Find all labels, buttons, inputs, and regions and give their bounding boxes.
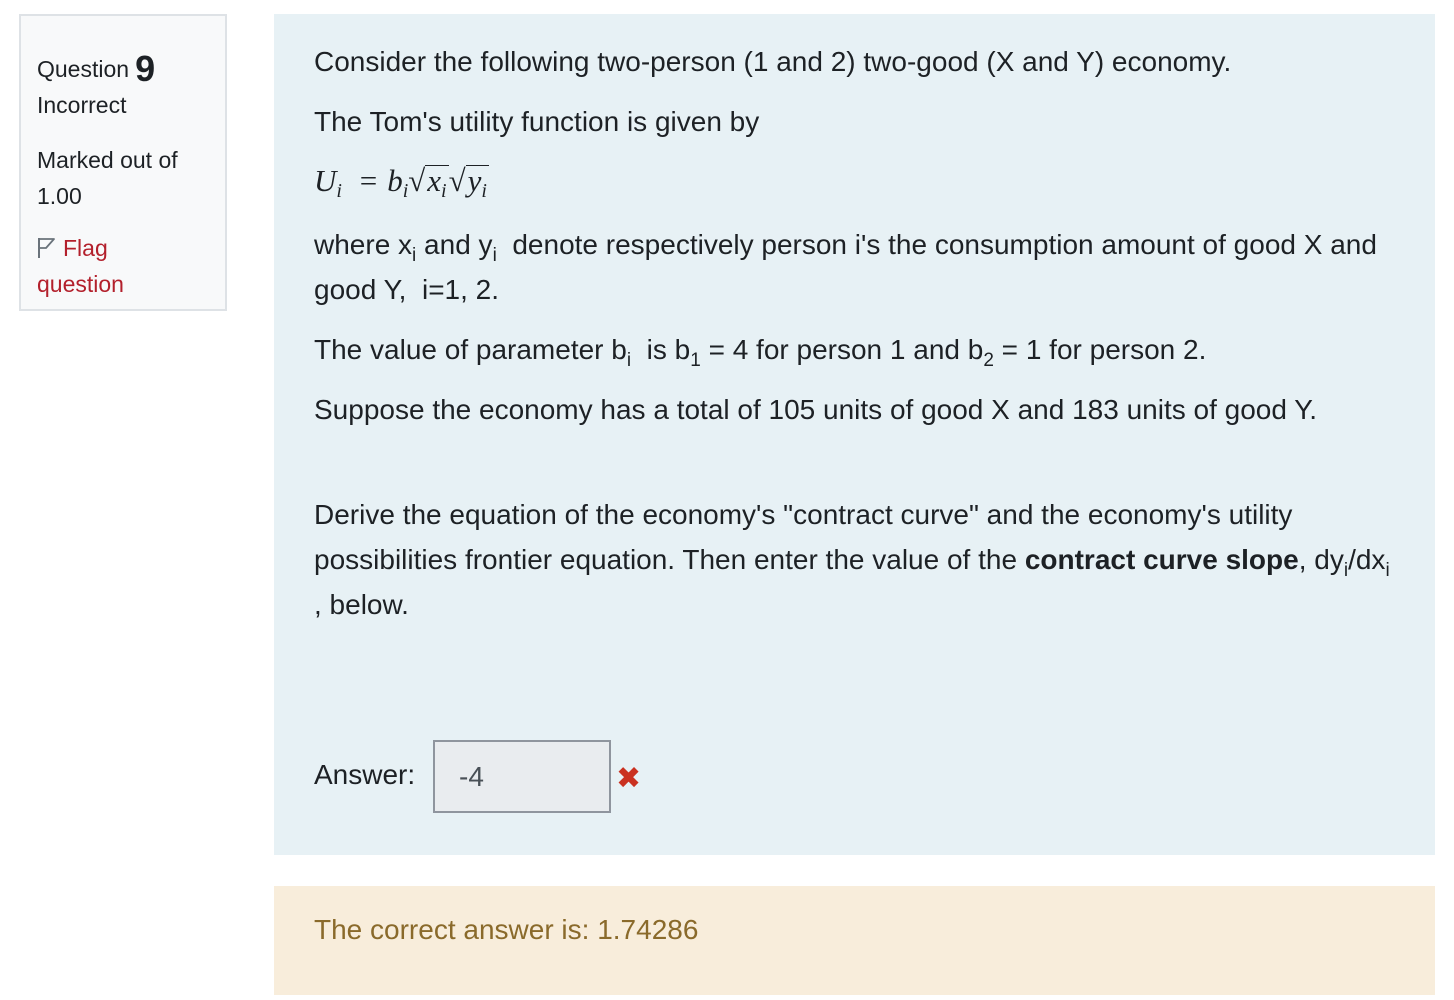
p6-text-d: , below. bbox=[314, 589, 409, 620]
question-formulation: Consider the following two-person (1 and… bbox=[274, 14, 1435, 855]
p6-bold: contract curve slope bbox=[1024, 544, 1299, 575]
p4-text-d: = 1 for person 2. bbox=[993, 334, 1207, 365]
question-number-value: 9 bbox=[135, 48, 156, 89]
p4-sub-3: 2 bbox=[983, 350, 994, 371]
p4-text-b: is b bbox=[631, 334, 691, 365]
formula-x: x bbox=[427, 163, 442, 198]
feedback-panel: The correct answer is: 1.74286 bbox=[274, 886, 1435, 995]
grade-value: 1.00 bbox=[37, 183, 82, 209]
radicand-y: yi bbox=[465, 163, 489, 206]
p3-text-b: and y bbox=[416, 229, 493, 260]
flag-outline-icon bbox=[37, 235, 63, 261]
incorrect-cross-icon: ✖ bbox=[616, 762, 642, 795]
question-label: Question bbox=[37, 56, 130, 82]
question-paragraph-1: Consider the following two-person (1 and… bbox=[314, 46, 1232, 77]
sqrt-sign: √ bbox=[408, 163, 426, 198]
question-info-panel: Question 9 Incorrect Marked out of 1.00 F… bbox=[19, 14, 227, 311]
radicand-x: xi bbox=[425, 163, 449, 206]
formula-sub-i: i bbox=[481, 180, 487, 202]
question-paragraph-5: Suppose the economy has a total of 105 u… bbox=[314, 394, 1318, 425]
p4-text-a: The value of parameter b bbox=[314, 334, 627, 365]
p4-sub-2: 1 bbox=[690, 350, 701, 371]
p4-text-c: = 4 for person 1 and b bbox=[700, 334, 984, 365]
answer-input[interactable] bbox=[433, 740, 611, 813]
answer-label: Answer: bbox=[314, 759, 416, 790]
formula-u: U bbox=[314, 163, 337, 198]
question-paragraph-4: The value of parameter bi is b1 = 4 for … bbox=[314, 327, 1404, 372]
question-number: Question 9 bbox=[37, 44, 156, 89]
flag-question-link[interactable]: Flag question bbox=[37, 230, 217, 302]
formula-b: b bbox=[387, 163, 403, 198]
question-paragraph-3: where xi and yi denote respectively pers… bbox=[314, 222, 1404, 312]
p3-text-a: where x bbox=[314, 229, 413, 260]
sqrt-sign: √ bbox=[448, 163, 466, 198]
grade-label: Marked out of bbox=[37, 147, 178, 173]
correct-answer-text: The correct answer is: 1.74286 bbox=[314, 914, 699, 945]
question-grade: Marked out of 1.00 bbox=[37, 142, 217, 214]
formula-equals: = bbox=[359, 163, 378, 198]
p6-text-b: , dy bbox=[1298, 544, 1344, 575]
utility-formula: Ui = bi√xi√yi bbox=[314, 158, 1404, 214]
flag-label: Flag bbox=[63, 235, 108, 261]
p6-sub-2: i bbox=[1385, 560, 1390, 581]
formula-y: y bbox=[467, 163, 482, 198]
flag-label-line2: question bbox=[37, 271, 124, 297]
p6-text-c: /dx bbox=[1348, 544, 1386, 575]
formula-sub-i: i bbox=[441, 180, 447, 202]
question-paragraph-6: Derive the equation of the economy's "co… bbox=[314, 492, 1404, 627]
question-paragraph-2: The Tom's utility function is given by bbox=[314, 106, 760, 137]
question-state: Incorrect bbox=[37, 92, 127, 118]
formula-sub-i: i bbox=[336, 180, 342, 202]
